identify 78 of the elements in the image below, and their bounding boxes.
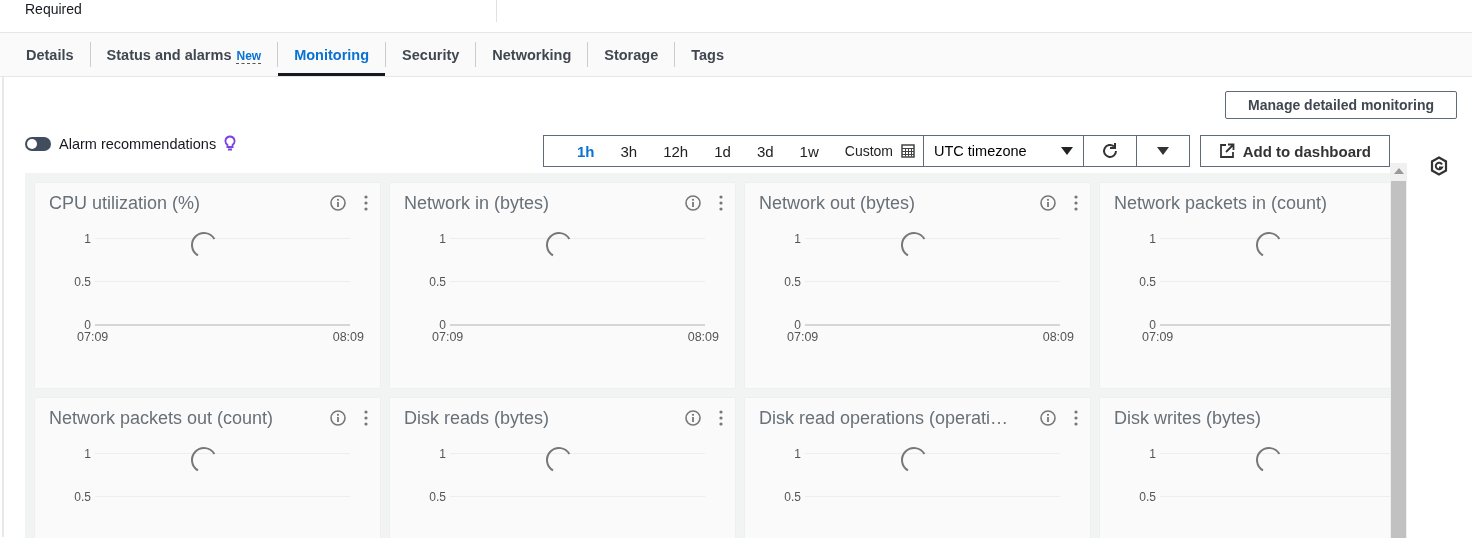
widget-title: Network out (bytes) — [759, 192, 917, 214]
more-options-icon[interactable] — [364, 410, 368, 426]
info-icon[interactable] — [1040, 195, 1056, 211]
dropdown-button[interactable] — [1135, 135, 1190, 167]
time-range-option[interactable]: 1w — [786, 136, 832, 166]
y-axis-label: 0.5 — [783, 274, 802, 289]
y-axis-label: 1 — [793, 231, 802, 246]
y-axis-label: 0.5 — [428, 274, 447, 289]
time-range-option[interactable]: 1h — [563, 136, 608, 166]
caret-down-icon — [1060, 147, 1073, 155]
y-axis-label: 1 — [1148, 446, 1157, 461]
x-axis-label: 07:09 — [432, 330, 464, 344]
tab[interactable]: Monitoring — [278, 36, 386, 76]
y-axis-label: 0.5 — [1138, 274, 1157, 289]
y-axis-label: 1 — [438, 231, 447, 246]
more-options-icon[interactable] — [364, 195, 368, 211]
tab[interactable]: Status and alarms New — [90, 36, 278, 76]
widget-title: Network in (bytes) — [404, 192, 551, 214]
y-axis-label: 0.5 — [73, 274, 92, 289]
y-axis-label: 0 — [1148, 317, 1157, 332]
y-axis-label: 0.5 — [783, 489, 802, 504]
info-icon[interactable] — [685, 410, 701, 426]
external-link-icon — [1218, 143, 1235, 159]
time-range-option[interactable]: 3h — [607, 136, 651, 166]
y-axis-label: 0.5 — [1138, 489, 1157, 504]
widget-title: Network packets out (count) — [49, 407, 275, 429]
scrollbar[interactable] — [1390, 163, 1407, 538]
info-icon[interactable] — [330, 410, 346, 426]
tab[interactable]: Networking — [476, 36, 588, 76]
y-axis-label: 1 — [1148, 231, 1157, 246]
scroll-up-arrow-icon[interactable] — [1393, 167, 1404, 175]
widget-title: Disk read operations (operati… — [759, 407, 1010, 429]
time-range-option[interactable]: 12h — [650, 136, 702, 166]
y-axis-label: 0.5 — [428, 489, 447, 504]
y-axis-label: 1 — [438, 446, 447, 461]
x-axis-label: 08:09 — [332, 330, 364, 344]
more-options-icon[interactable] — [1074, 410, 1078, 426]
x-axis-label: 07:09 — [787, 330, 819, 344]
caret-down-icon — [1156, 147, 1169, 155]
info-icon[interactable] — [330, 195, 346, 211]
y-axis-label: 1 — [83, 231, 92, 246]
scrollbar-thumb[interactable] — [1391, 181, 1406, 538]
toggle-label: Alarm recommendations — [59, 135, 217, 152]
timezone-dropdown[interactable]: UTC timezone — [924, 135, 1084, 167]
y-axis-label: 0.5 — [73, 489, 92, 504]
x-axis-label: 07:09 — [1142, 330, 1174, 344]
more-options-icon[interactable] — [719, 195, 723, 211]
tab[interactable]: Details — [10, 36, 90, 76]
widget-title: Disk reads (bytes) — [404, 407, 551, 429]
tab[interactable]: Security — [386, 36, 476, 76]
widget-title: Disk writes (bytes) — [1114, 407, 1262, 429]
tab[interactable]: Storage — [588, 36, 675, 76]
info-icon[interactable] — [1040, 410, 1056, 426]
widget-title: CPU utilization (%) — [49, 192, 202, 214]
x-axis-label: 08:09 — [687, 330, 719, 344]
x-axis-label: 07:09 — [77, 330, 109, 344]
calendar-icon — [901, 144, 915, 158]
info-icon[interactable] — [685, 195, 701, 211]
tab[interactable]: Tags — [675, 36, 741, 76]
y-axis-label: 0 — [438, 317, 447, 332]
lightbulb-icon[interactable] — [224, 135, 237, 152]
y-axis-label: 0 — [793, 317, 802, 332]
add-to-dashboard-button[interactable]: Add to dashboard — [1199, 135, 1390, 167]
time-range-option[interactable]: 1d — [701, 136, 744, 166]
y-axis-label: 1 — [83, 446, 92, 461]
y-axis-label: 0 — [83, 317, 92, 332]
more-options-icon[interactable] — [1074, 195, 1078, 211]
manage-monitoring-button[interactable]: Manage detailed monitoring — [1225, 91, 1457, 119]
toggle-switch[interactable] — [25, 136, 51, 151]
more-options-icon[interactable] — [719, 410, 723, 426]
custom-range-button[interactable]: Custom — [831, 136, 923, 166]
refresh-button[interactable] — [1082, 135, 1137, 167]
widget-title: Network packets in (count) — [1114, 192, 1329, 214]
time-range-option[interactable]: 3d — [743, 136, 787, 166]
x-axis-label: 08:09 — [1042, 330, 1074, 344]
hexagon-settings-icon[interactable] — [1430, 156, 1448, 176]
field-label: Required — [25, 1, 82, 17]
y-axis-label: 1 — [793, 446, 802, 461]
